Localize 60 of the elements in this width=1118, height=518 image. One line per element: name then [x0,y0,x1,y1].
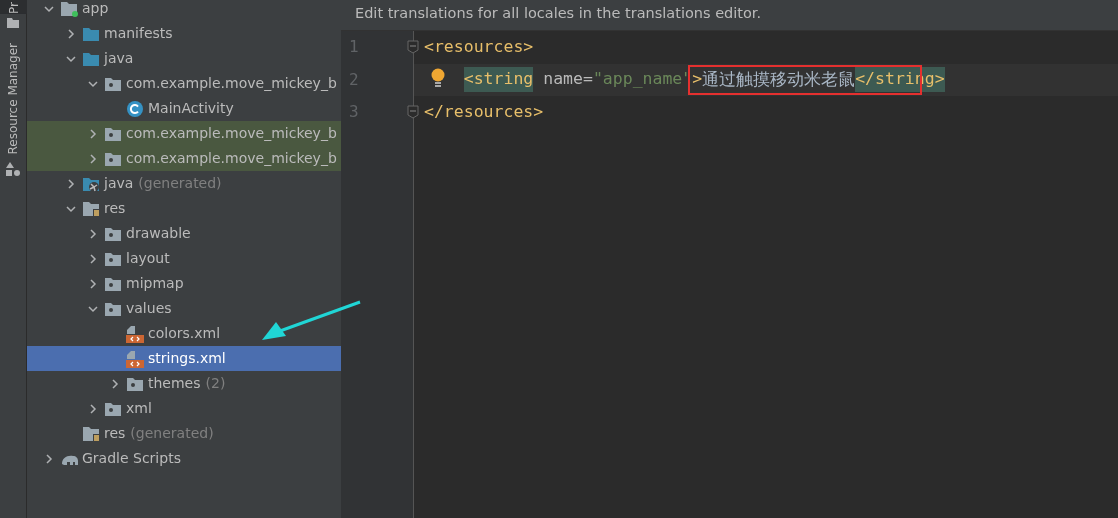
tree-label: themes [148,374,201,393]
tree-label: layout [126,249,170,268]
tree-label: res [104,199,126,218]
tree-item[interactable]: values [27,296,341,321]
tree-item[interactable]: java (generated) [27,171,341,196]
tree-item[interactable]: MainActivity [27,96,341,121]
tree-item[interactable]: Gradle Scripts [27,446,341,471]
tree-label: manifests [104,24,173,43]
code-token: = [582,68,593,91]
tree-item[interactable]: drawable [27,221,341,246]
shapes-icon [6,162,20,177]
tree-item[interactable]: colors.xml [27,321,341,346]
tree-label: java [104,49,134,68]
tool-window-tab[interactable]: Pr [0,0,27,14]
folder-icon [6,16,20,29]
resource-folder-icon [82,424,100,443]
resource-folder-icon [82,199,100,218]
tree-item[interactable]: layout [27,246,341,271]
tree-item[interactable]: res [27,196,341,221]
tree-label: app [82,0,109,18]
xml-file-icon [126,324,144,343]
code-token: <resources> [424,35,534,58]
tree-item[interactable]: app [27,0,341,21]
code-token: <string [463,67,534,93]
module-folder-icon [60,0,78,18]
tree-label: xml [126,399,152,418]
code-token: "app_name" [592,68,693,91]
tree-item[interactable]: res (generated) [27,421,341,446]
class-icon [126,99,144,118]
tree-item[interactable]: xml [27,396,341,421]
tree-label: strings.xml [148,349,226,368]
tool-window-tab[interactable]: Resource Manager [4,38,22,159]
tree-label: MainActivity [148,99,234,118]
tree-label: com.example.move_mickey_b [126,149,337,168]
code-token: name [542,68,583,91]
tree-item[interactable]: strings.xml [27,346,341,371]
editor-banner: Edit translations for all locales in the translations editor. [341,0,1118,31]
tree-note: (generated) [130,424,214,443]
tree-note: (2) [205,374,226,393]
code-token: 通过触摸移动米老鼠 [702,71,856,89]
tree-item[interactable]: com.example.move_mickey_b [27,71,341,96]
tree-label: Gradle Scripts [82,449,181,468]
tree-label: res [104,424,126,443]
code-token: > [692,68,703,91]
tree-item[interactable]: com.example.move_mickey_b [27,146,341,171]
tree-item[interactable]: java [27,46,341,71]
code-token: </resources> [424,100,544,123]
tree-item[interactable]: com.example.move_mickey_b [27,121,341,146]
tree-label: com.example.move_mickey_b [126,74,337,93]
xml-file-icon [126,349,144,368]
tree-label: mipmap [126,274,184,293]
tree-label: java [104,174,134,193]
tree-label: drawable [126,224,191,243]
tree-label: com.example.move_mickey_b [126,124,337,143]
tree-item[interactable]: manifests [27,21,341,46]
tree-label: colors.xml [148,324,221,343]
tree-item[interactable]: themes (2) [27,371,341,396]
tree-item[interactable]: mipmap [27,271,341,296]
tree-label: values [126,299,172,318]
tree-note: (generated) [138,174,222,193]
